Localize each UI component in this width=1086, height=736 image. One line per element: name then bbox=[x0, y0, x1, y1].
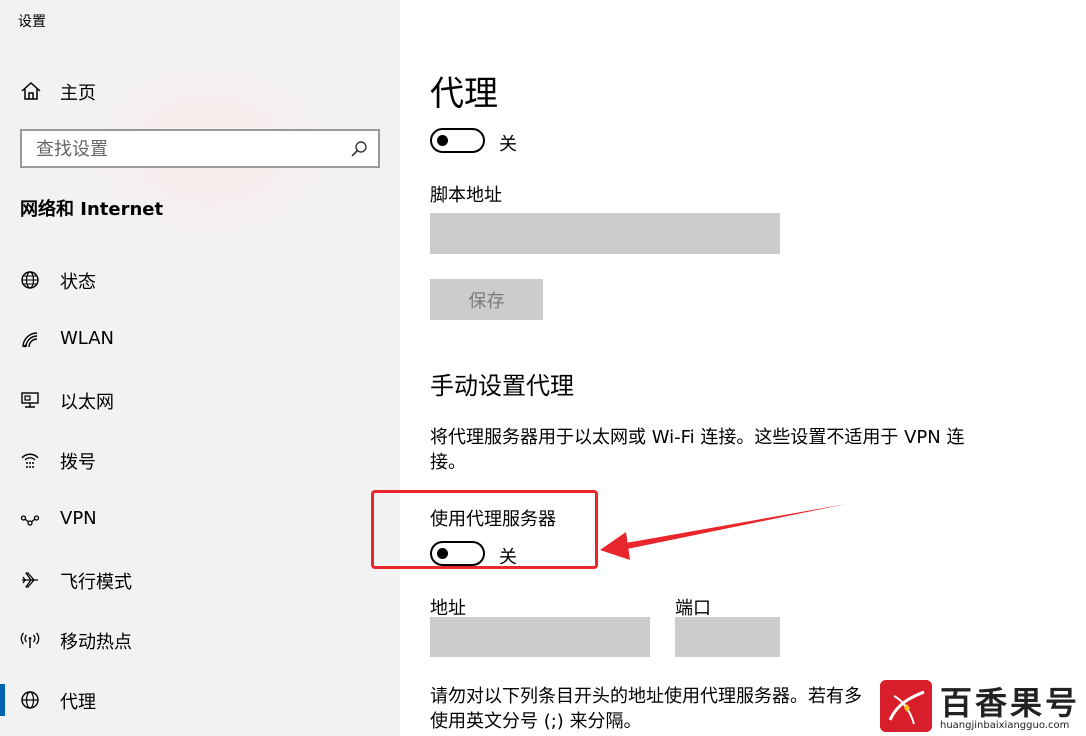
wifi-icon bbox=[22, 332, 38, 348]
vpn-icon bbox=[20, 515, 40, 526]
sidebar-item-status[interactable]: 状态 bbox=[0, 258, 400, 302]
home-label: 主页 bbox=[60, 83, 96, 104]
sidebar-item-label: 状态 bbox=[60, 272, 96, 293]
red-arrow-icon bbox=[600, 504, 846, 560]
sidebar-item-label: 以太网 bbox=[60, 392, 114, 413]
exceptions-description: 请勿对以下列条目开头的地址使用代理服务器。若有多 使用英文分号 (;) 来分隔。 bbox=[430, 684, 862, 734]
description-line: 将代理服务器用于以太网或 Wi-Fi 连接。这些设置不适用于 VPN 连 bbox=[430, 427, 965, 448]
auto-proxy-toggle[interactable] bbox=[430, 128, 485, 153]
sidebar-item-label: 代理 bbox=[60, 692, 96, 713]
page-title: 代理 bbox=[430, 74, 498, 114]
sidebar-item-ethernet[interactable]: 以太网 bbox=[0, 378, 400, 422]
sidebar-item-dialup[interactable]: 拨号 bbox=[0, 438, 400, 482]
auto-proxy-toggle-state: 关 bbox=[499, 134, 517, 155]
search-icon[interactable] bbox=[350, 140, 368, 158]
toggle-knob bbox=[437, 135, 448, 146]
globe-icon bbox=[21, 691, 39, 709]
script-address-label: 脚本地址 bbox=[430, 185, 502, 206]
hotspot-icon bbox=[20, 632, 40, 648]
save-button[interactable]: 保存 bbox=[430, 279, 543, 320]
watermark-brand: 百香果号 bbox=[940, 684, 1081, 722]
sidebar-item-label: 移动热点 bbox=[60, 632, 132, 653]
sidebar-item-airplane-mode[interactable]: 飞行模式 bbox=[0, 558, 400, 602]
description-line: 请勿对以下列条目开头的地址使用代理服务器。若有多 bbox=[430, 686, 862, 707]
search-input[interactable] bbox=[36, 137, 336, 161]
airplane-icon bbox=[22, 572, 38, 588]
sidebar-item-vpn[interactable]: VPN bbox=[0, 498, 400, 542]
highlight-box bbox=[371, 490, 598, 569]
port-field[interactable] bbox=[675, 617, 780, 657]
sidebar-item-label: VPN bbox=[60, 508, 97, 529]
section-title: 网络和 Internet bbox=[20, 199, 164, 220]
script-address-field[interactable] bbox=[430, 213, 780, 254]
search-box[interactable] bbox=[20, 129, 380, 168]
sidebar-item-wlan[interactable]: WLAN bbox=[0, 318, 400, 362]
description-line: 接。 bbox=[430, 452, 466, 473]
sidebar-item-label: WLAN bbox=[60, 328, 115, 349]
globe-status-icon bbox=[21, 271, 39, 289]
home-icon bbox=[21, 81, 41, 100]
sidebar-item-mobile-hotspot[interactable]: 移动热点 bbox=[0, 618, 400, 662]
sidebar-item-proxy[interactable]: 代理 bbox=[0, 678, 400, 722]
manual-proxy-title: 手动设置代理 bbox=[430, 372, 574, 400]
manual-proxy-description: 将代理服务器用于以太网或 Wi-Fi 连接。这些设置不适用于 VPN 连 接。 bbox=[430, 425, 964, 475]
sidebar-item-label: 飞行模式 bbox=[60, 572, 132, 593]
watermark-url: huangjinbaixiangguo.com bbox=[940, 720, 1070, 731]
ethernet-icon bbox=[21, 392, 39, 408]
sidebar-item-label: 拨号 bbox=[60, 452, 96, 473]
address-field[interactable] bbox=[430, 617, 650, 657]
watermark: 百香果号 huangjinbaixiangguo.com bbox=[880, 680, 1080, 736]
sidebar: 设置 主页 网络和 Internet 状态 WLA bbox=[0, 0, 400, 736]
dial-up-icon bbox=[21, 453, 39, 468]
window-title: 设置 bbox=[18, 14, 46, 30]
brand-logo-icon bbox=[880, 680, 932, 732]
description-line: 使用英文分号 (;) 来分隔。 bbox=[430, 711, 642, 732]
